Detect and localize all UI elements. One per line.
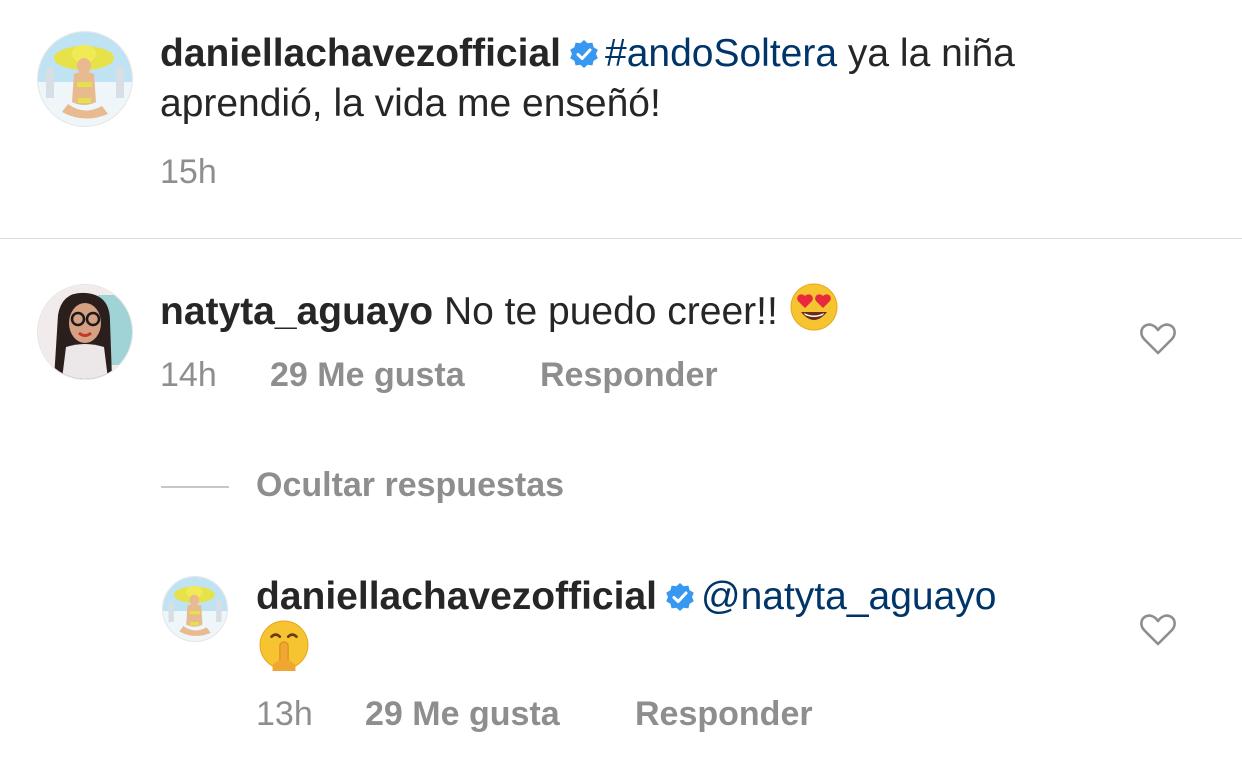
comment-likes[interactable]: 29 Me gusta (270, 356, 465, 395)
comment-like-heart-icon[interactable] (1139, 322, 1177, 356)
reply-likes[interactable]: 29 Me gusta (365, 695, 560, 734)
comment-username[interactable]: natyta_aguayo (160, 290, 433, 333)
verified-badge-icon (665, 582, 695, 612)
caption-username[interactable]: daniellachavezofficial (160, 32, 561, 75)
reply-reply-button[interactable]: Responder (635, 695, 813, 734)
caption-line-2: aprendió, la vida me enseñó! (160, 82, 661, 125)
comment-reply-button[interactable]: Responder (540, 356, 718, 395)
reply-mention[interactable]: @natyta_aguayo (701, 575, 996, 618)
hide-replies-line (161, 486, 229, 488)
comment-avatar[interactable] (37, 284, 133, 380)
reply-time: 13h (256, 695, 313, 733)
caption-hashtag[interactable]: #andoSoltera (605, 32, 837, 75)
reply-avatar[interactable] (162, 576, 228, 642)
reply-line-1: daniellachavezofficial @natyta_aguayo (256, 573, 996, 621)
heart-eyes-emoji (789, 282, 839, 332)
reply-username[interactable]: daniellachavezofficial (256, 575, 657, 618)
comment-text: No te puedo creer!! (443, 290, 778, 333)
comment-line: natyta_aguayo No te puedo creer!! (160, 282, 839, 336)
caption-text-rest: ya la niña (847, 32, 1015, 75)
caption-time: 15h (160, 153, 217, 191)
hide-replies-button[interactable]: Ocultar respuestas (256, 466, 564, 505)
caption-line-1: daniellachavezofficial #andoSoltera ya la… (160, 30, 1015, 78)
shushing-face-emoji (258, 619, 310, 671)
comment-time: 14h (160, 356, 217, 394)
verified-badge-icon (569, 39, 599, 69)
caption-avatar[interactable] (37, 31, 133, 127)
reply-like-heart-icon[interactable] (1139, 613, 1177, 647)
divider (0, 238, 1242, 239)
